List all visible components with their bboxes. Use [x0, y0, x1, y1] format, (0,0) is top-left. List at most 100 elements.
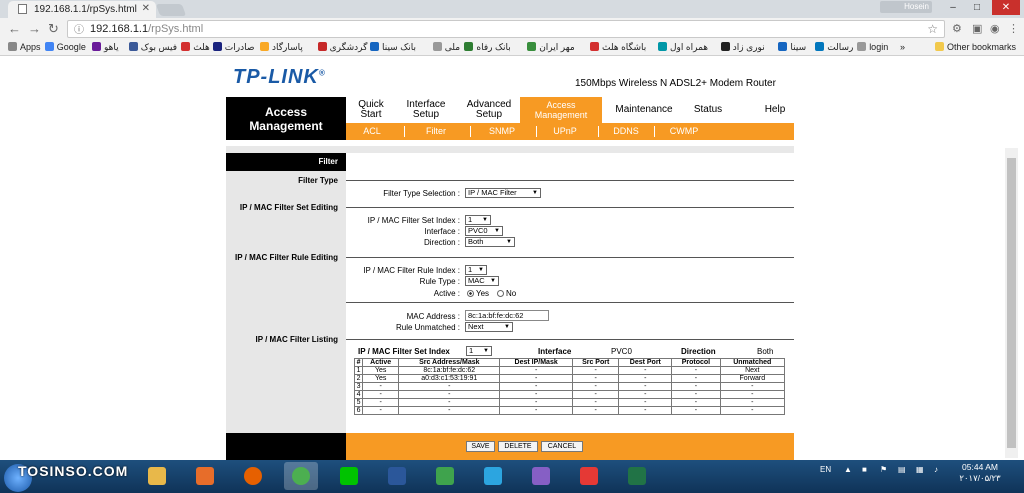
other-bookmarks[interactable]: Other bookmarks: [935, 41, 1016, 54]
active-no-radio[interactable]: No: [497, 289, 516, 298]
taskbar-visual-studio-icon[interactable]: [524, 462, 558, 490]
bookmark-15[interactable]: سینا: [778, 41, 806, 54]
bookmark-3[interactable]: فیس بوک: [128, 41, 177, 54]
extension-icon-2[interactable]: ▣: [972, 22, 982, 35]
tray-icon-3[interactable]: ▤: [898, 465, 906, 474]
taskbar-explorer-icon[interactable]: [140, 462, 174, 490]
table-cell: -: [618, 366, 673, 375]
bookmark-12[interactable]: باشگاه هلث: [590, 41, 646, 54]
bookmark-16[interactable]: رسالت: [815, 41, 853, 54]
new-tab-button[interactable]: [155, 4, 187, 16]
rule-unmatched-select[interactable]: Next: [465, 322, 513, 332]
submenu-ddns[interactable]: DDNS: [612, 126, 640, 136]
bookmark-5[interactable]: صادرات: [212, 41, 255, 54]
bookmark-14[interactable]: نوری زاد: [720, 41, 765, 54]
column-header: Src Address/Mask: [398, 358, 501, 367]
interface-select[interactable]: PVC0: [465, 226, 503, 236]
clock[interactable]: 05:44 AM ۲۰۱۷/۰۵/۲۳: [950, 462, 1010, 484]
bookmark-6[interactable]: پاسارگاد: [260, 41, 303, 54]
bookmark-star-icon[interactable]: ☆: [927, 21, 938, 37]
language-indicator[interactable]: EN: [820, 465, 831, 474]
menu-icon[interactable]: ⋮: [1008, 22, 1019, 35]
rule-type-select[interactable]: MAC: [465, 276, 499, 286]
menu-quick-start[interactable]: Quick Start: [356, 100, 386, 120]
forward-icon[interactable]: →: [28, 21, 41, 37]
set-index-select[interactable]: 1: [465, 215, 491, 225]
info-icon[interactable]: ⓘ: [74, 23, 84, 39]
profile-button[interactable]: Hosein: [880, 1, 932, 13]
bookmark-10[interactable]: بانک رفاه: [464, 41, 511, 54]
close-window-icon[interactable]: ✕: [992, 0, 1020, 15]
menu-advanced-setup[interactable]: Advanced Setup: [463, 100, 515, 120]
sidebar: [226, 153, 346, 433]
clock-time: 05:44 AM: [962, 462, 998, 472]
table-cell: -: [618, 382, 673, 391]
browser-tab[interactable]: 192.168.1.1/rpSys.html ✕: [8, 1, 156, 18]
minimize-icon[interactable]: –: [942, 0, 964, 15]
set-index-label: IP / MAC Filter Set Index :: [367, 216, 460, 225]
submenu-acl[interactable]: ACL: [362, 126, 382, 136]
close-tab-icon[interactable]: ✕: [142, 3, 150, 14]
bookmark-8[interactable]: بانک سینا: [370, 41, 416, 54]
submenu-filter[interactable]: Filter: [424, 126, 448, 136]
delete-button[interactable]: DELETE: [498, 441, 538, 452]
tray-icon[interactable]: ■: [862, 465, 867, 474]
reload-icon[interactable]: ↻: [48, 21, 59, 37]
taskbar-excel-icon[interactable]: [620, 462, 654, 490]
taskbar-telegram-icon[interactable]: [476, 462, 510, 490]
back-icon[interactable]: ←: [8, 21, 21, 37]
table-cell: a0:d3:c1:53:19:91: [398, 374, 501, 383]
cancel-button[interactable]: CANCEL: [541, 441, 583, 452]
more-bookmarks[interactable]: »: [900, 41, 905, 54]
table-cell: -: [499, 406, 573, 415]
submenu-snmp[interactable]: SNMP: [488, 126, 516, 136]
taskbar-chrome-icon[interactable]: [284, 462, 318, 490]
menu-help[interactable]: Help: [760, 105, 790, 115]
bookmark-icon: [8, 42, 17, 51]
active-yes-radio[interactable]: Yes: [467, 289, 489, 298]
extension-icon-3[interactable]: ◉: [990, 22, 1000, 35]
bookmark-7[interactable]: گردشگری: [317, 41, 367, 54]
taskbar-app-red-icon[interactable]: [572, 462, 606, 490]
menu-access-management[interactable]: Access Management: [520, 97, 602, 123]
extension-icon[interactable]: ⚙: [952, 22, 962, 35]
taskbar-media-icon[interactable]: [188, 462, 222, 490]
rule-index-select[interactable]: 1: [465, 265, 487, 275]
submenu-cwmp[interactable]: CWMP: [668, 126, 700, 136]
listing-set-index-select[interactable]: 1: [466, 346, 492, 356]
bookmark-4[interactable]: هلث: [181, 41, 210, 54]
taskbar-firefox-icon[interactable]: [236, 462, 270, 490]
menu-maintenance[interactable]: Maintenance: [612, 105, 676, 115]
submenu-upnp[interactable]: UPnP: [552, 126, 578, 136]
save-button[interactable]: SAVE: [466, 441, 495, 452]
scrollbar[interactable]: [1005, 148, 1018, 458]
bookmark-0[interactable]: Apps: [8, 41, 41, 54]
taskbar-network-icon[interactable]: [428, 462, 462, 490]
taskbar-line-icon[interactable]: [332, 462, 366, 490]
volume-icon[interactable]: ♪: [934, 465, 938, 474]
bookmark-13[interactable]: همراه اول: [658, 41, 708, 54]
direction-select[interactable]: Both: [465, 237, 515, 247]
taskbar-word-icon[interactable]: [380, 462, 414, 490]
network-icon[interactable]: ▦: [916, 465, 924, 474]
mac-address-input[interactable]: 8c:1a:bf:fe:dc:62: [465, 310, 549, 321]
mac-address-label: MAC Address :: [406, 312, 460, 321]
table-cell: -: [618, 398, 673, 407]
tray-icon-2[interactable]: ⚑: [880, 465, 887, 474]
table-cell: -: [618, 390, 673, 399]
menu-interface-setup[interactable]: Interface Setup: [401, 100, 451, 120]
filter-type-select[interactable]: IP / MAC Filter: [465, 188, 541, 198]
scrollbar-thumb[interactable]: [1007, 158, 1016, 448]
bookmarks-bar: Other bookmarks » Apps Google یاهو فیس بوک ه…: [0, 40, 1024, 56]
bookmark-1[interactable]: Google: [44, 41, 86, 54]
bookmark-2[interactable]: یاهو: [92, 41, 119, 54]
address-bar[interactable]: ⓘ 192.168.1.1/rpSys.html ☆: [67, 20, 945, 38]
maximize-icon[interactable]: □: [966, 0, 988, 15]
bookmark-11[interactable]: مهر ایران: [527, 41, 575, 54]
tray-up-icon[interactable]: ▲: [844, 465, 852, 474]
bookmark-17[interactable]: login: [857, 41, 888, 54]
bookmark-icon: [857, 42, 867, 51]
table-cell: -: [618, 374, 673, 383]
bookmark-9[interactable]: ملی: [432, 41, 460, 54]
menu-status[interactable]: Status: [690, 105, 726, 115]
